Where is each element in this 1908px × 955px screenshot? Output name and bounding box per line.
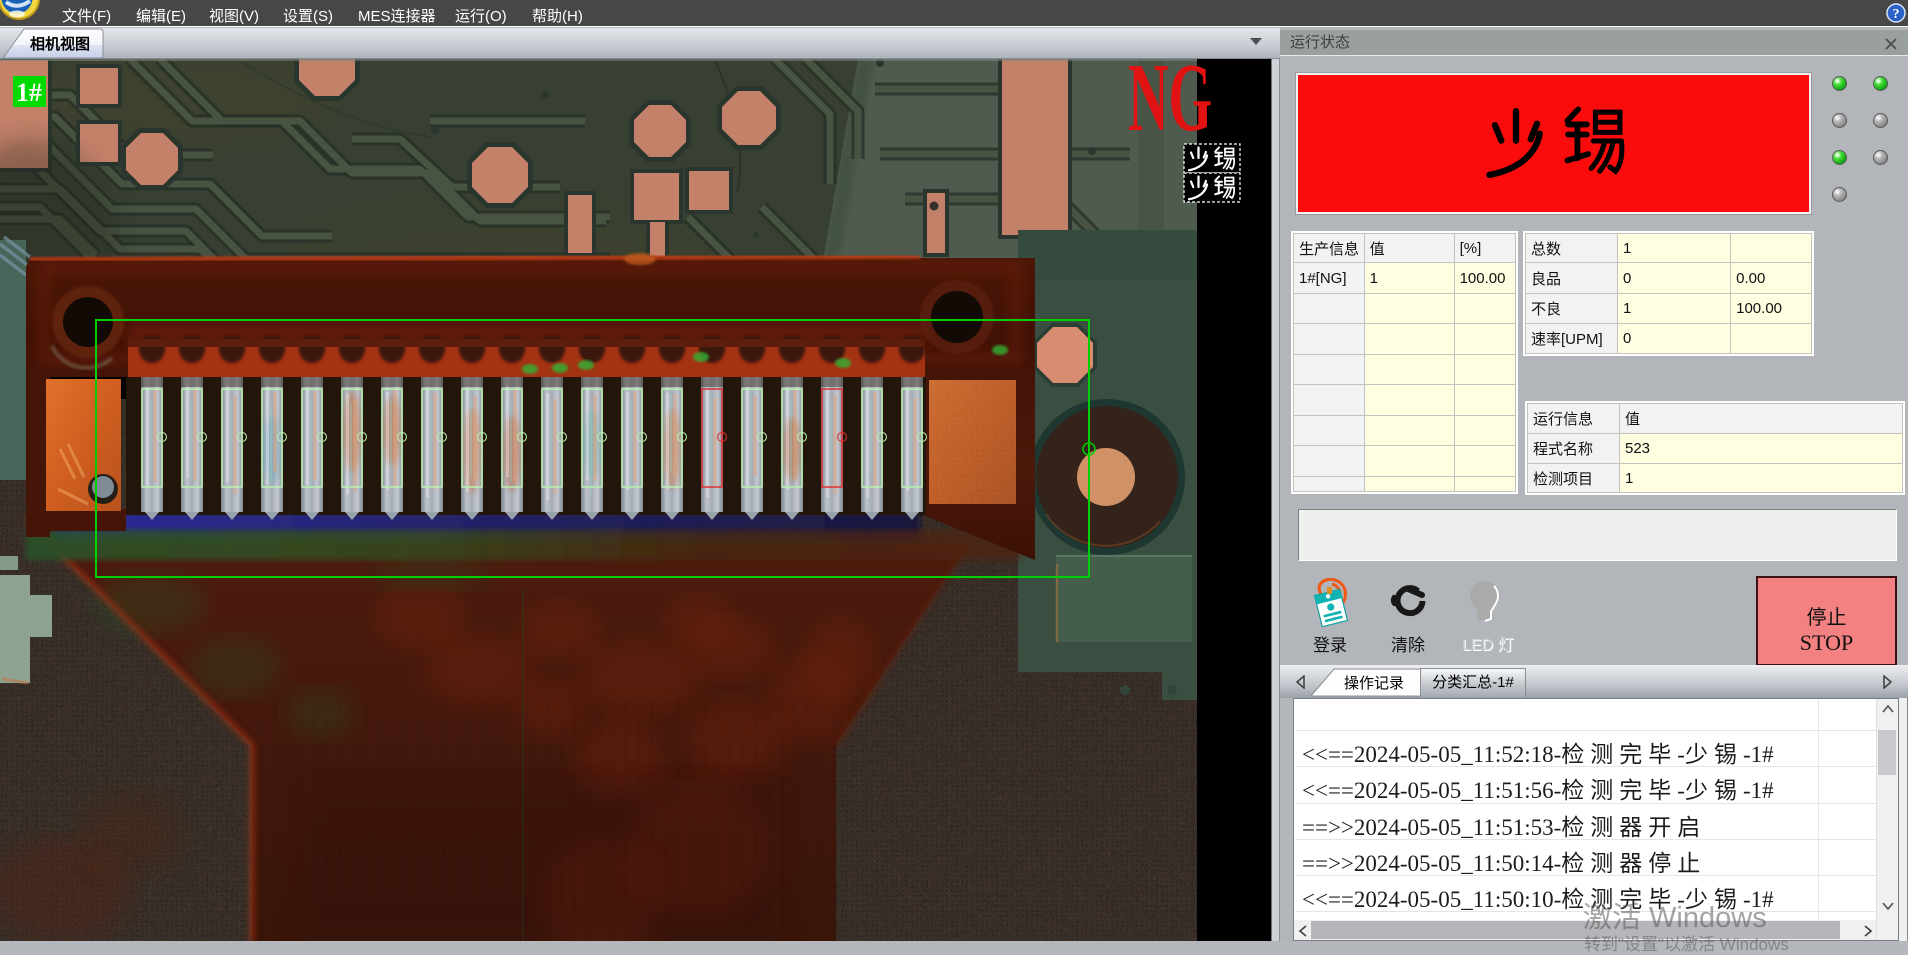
svg-text:相机视图: 相机视图 [30,35,90,53]
svg-text:NG: NG [1128,59,1212,152]
svg-text:1#: 1# [16,78,42,107]
svg-text:操作记录: 操作记录 [1344,675,1404,692]
svg-text:?: ? [1893,7,1900,22]
